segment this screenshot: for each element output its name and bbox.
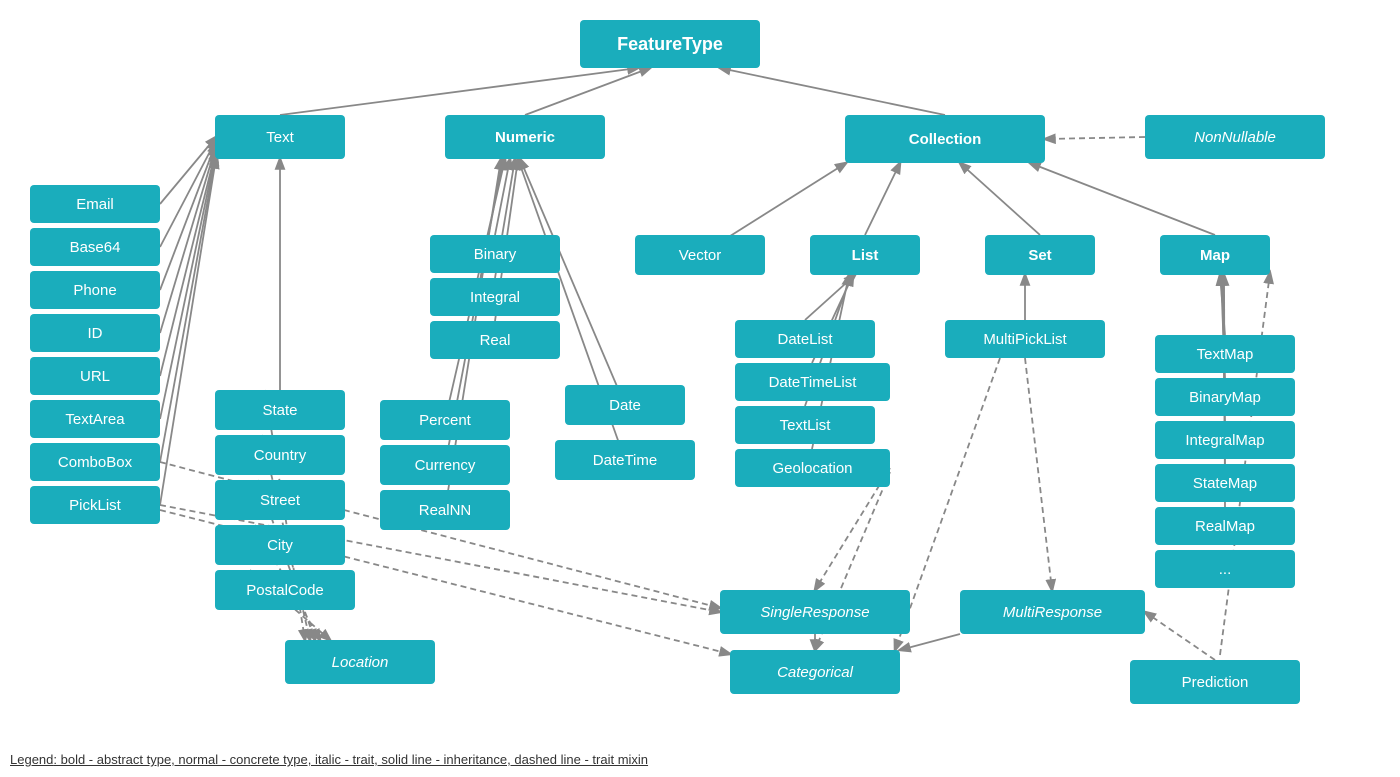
node-label-text: Text: [266, 129, 294, 146]
node-map: Map: [1160, 235, 1270, 275]
node-label-list: List: [852, 247, 879, 264]
node-label-integralMap: IntegralMap: [1185, 432, 1264, 449]
node-numeric: Numeric: [445, 115, 605, 159]
node-label-picklist: PickList: [69, 497, 121, 514]
node-label-textMap: TextMap: [1197, 346, 1254, 363]
node-textMap: TextMap: [1155, 335, 1295, 373]
node-label-postalCode: PostalCode: [246, 582, 324, 599]
node-label-state: State: [262, 402, 297, 419]
node-collection: Collection: [845, 115, 1045, 163]
node-label-textarea: TextArea: [65, 411, 124, 428]
node-real: Real: [430, 321, 560, 359]
node-prediction: Prediction: [1130, 660, 1300, 704]
node-state: State: [215, 390, 345, 430]
node-label-multiResponse: MultiResponse: [1003, 604, 1102, 621]
node-label-combobox: ComboBox: [58, 454, 132, 471]
node-label-numeric: Numeric: [495, 129, 555, 146]
node-postalCode: PostalCode: [215, 570, 355, 610]
diagram: FeatureType Text Numeric Collection NonNulla…: [0, 0, 1400, 740]
node-combobox: ComboBox: [30, 443, 160, 481]
node-label-country: Country: [254, 447, 307, 464]
node-multiPickList: MultiPickList: [945, 320, 1105, 358]
node-label-stateMap: StateMap: [1193, 475, 1257, 492]
legend-label: Legend: [10, 752, 53, 767]
node-label-set: Set: [1028, 247, 1051, 264]
node-label-nonNullable: NonNullable: [1194, 129, 1276, 146]
node-list: List: [810, 235, 920, 275]
node-street: Street: [215, 480, 345, 520]
node-realNN: RealNN: [380, 490, 510, 530]
node-label-id: ID: [88, 325, 103, 342]
node-textarea: TextArea: [30, 400, 160, 438]
node-picklist: PickList: [30, 486, 160, 524]
node-binaryMap: BinaryMap: [1155, 378, 1295, 416]
node-label-phone: Phone: [73, 282, 116, 299]
node-url: URL: [30, 357, 160, 395]
node-location: Location: [285, 640, 435, 684]
node-textList: TextList: [735, 406, 875, 444]
node-date: Date: [565, 385, 685, 425]
node-label-email: Email: [76, 196, 114, 213]
node-dateTime: DateTime: [555, 440, 695, 480]
node-label-dateTime: DateTime: [593, 452, 657, 469]
node-label-url: URL: [80, 368, 110, 385]
node-label-percent: Percent: [419, 412, 471, 429]
node-label-dots: ...: [1219, 561, 1232, 578]
node-label-city: City: [267, 537, 293, 554]
node-singleResponse: SingleResponse: [720, 590, 910, 634]
node-binary: Binary: [430, 235, 560, 273]
node-label-dateTimeList: DateTimeList: [769, 374, 857, 391]
node-stateMap: StateMap: [1155, 464, 1295, 502]
node-dateTimeList: DateTimeList: [735, 363, 890, 401]
node-label-binary: Binary: [474, 246, 517, 263]
node-label-prediction: Prediction: [1182, 674, 1249, 691]
node-featureType: FeatureType: [580, 20, 760, 68]
node-label-map: Map: [1200, 247, 1230, 264]
node-label-binaryMap: BinaryMap: [1189, 389, 1261, 406]
node-dateList: DateList: [735, 320, 875, 358]
node-label-singleResponse: SingleResponse: [760, 604, 869, 621]
node-categorical: Categorical: [730, 650, 900, 694]
node-multiResponse: MultiResponse: [960, 590, 1145, 634]
node-set: Set: [985, 235, 1095, 275]
node-label-currency: Currency: [415, 457, 476, 474]
node-vector: Vector: [635, 235, 765, 275]
legend: Legend: bold - abstract type, normal - c…: [10, 752, 648, 767]
node-label-featureType: FeatureType: [617, 34, 723, 55]
node-integral: Integral: [430, 278, 560, 316]
node-nonNullable: NonNullable: [1145, 115, 1325, 159]
node-label-dateList: DateList: [777, 331, 832, 348]
node-phone: Phone: [30, 271, 160, 309]
node-label-vector: Vector: [679, 247, 722, 264]
node-country: Country: [215, 435, 345, 475]
node-percent: Percent: [380, 400, 510, 440]
node-base64: Base64: [30, 228, 160, 266]
node-id: ID: [30, 314, 160, 352]
node-label-date: Date: [609, 397, 641, 414]
node-label-base64: Base64: [70, 239, 121, 256]
node-label-geolocation: Geolocation: [772, 460, 852, 477]
node-integralMap: IntegralMap: [1155, 421, 1295, 459]
node-label-multiPickList: MultiPickList: [983, 331, 1066, 348]
node-geolocation: Geolocation: [735, 449, 890, 487]
node-label-textList: TextList: [780, 417, 831, 434]
node-currency: Currency: [380, 445, 510, 485]
node-realMap: RealMap: [1155, 507, 1295, 545]
node-label-real: Real: [480, 332, 511, 349]
node-label-collection: Collection: [909, 131, 982, 148]
node-label-street: Street: [260, 492, 300, 509]
node-text: Text: [215, 115, 345, 159]
node-email: Email: [30, 185, 160, 223]
node-label-categorical: Categorical: [777, 664, 853, 681]
node-label-realMap: RealMap: [1195, 518, 1255, 535]
node-city: City: [215, 525, 345, 565]
node-label-realNN: RealNN: [419, 502, 472, 519]
node-dots: ...: [1155, 550, 1295, 588]
node-label-integral: Integral: [470, 289, 520, 306]
legend-text: : bold - abstract type, normal - concret…: [53, 752, 648, 767]
node-label-location: Location: [332, 654, 389, 671]
